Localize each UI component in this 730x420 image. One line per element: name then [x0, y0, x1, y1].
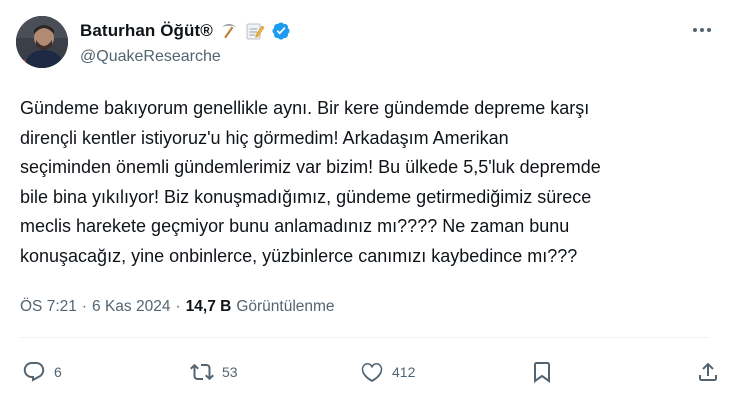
- memo-icon: [245, 21, 265, 41]
- share-button[interactable]: [696, 354, 720, 390]
- author-handle[interactable]: @QuakeResearche: [80, 48, 291, 66]
- like-button[interactable]: 412: [360, 354, 415, 390]
- meta-separator: ·: [175, 298, 181, 315]
- heart-icon: [361, 363, 383, 382]
- divider: [20, 337, 710, 338]
- reply-count: 6: [54, 364, 62, 380]
- views-count: 14,7 B: [185, 298, 232, 315]
- action-bar: 6 53 412: [0, 354, 730, 390]
- meta-separator: ·: [81, 298, 88, 315]
- bookmark-button[interactable]: [530, 354, 554, 390]
- tweet-meta: ÖS 7:21 · 6 Kas 2024 · 14,7 B Görüntülen…: [20, 298, 335, 316]
- retweet-count: 53: [222, 364, 238, 380]
- reply-button[interactable]: 6: [22, 354, 62, 390]
- retweet-button[interactable]: 53: [190, 354, 238, 390]
- pick-icon: [219, 21, 239, 41]
- bookmark-icon: [534, 362, 550, 383]
- reply-icon: [23, 362, 45, 382]
- author-name[interactable]: Baturhan Öğüt®: [80, 21, 213, 41]
- share-icon: [699, 362, 717, 381]
- like-count: 412: [392, 364, 416, 380]
- author-info: Baturhan Öğüt® @QuakeResearche: [80, 18, 291, 66]
- tweet-date[interactable]: 6 Kas 2024: [92, 298, 170, 316]
- tweet-card: Baturhan Öğüt® @QuakeResearche Gündeme b…: [0, 0, 730, 420]
- more-options-icon[interactable]: [690, 22, 714, 38]
- tweet-text: Gündeme bakıyorum genellikle aynı. Bir k…: [20, 98, 601, 266]
- retweet-icon: [190, 363, 214, 381]
- avatar[interactable]: [16, 16, 68, 68]
- verified-badge-icon[interactable]: [271, 21, 291, 41]
- tweet-time[interactable]: ÖS 7:21: [20, 298, 77, 316]
- views-label: Görüntülenme: [236, 298, 335, 315]
